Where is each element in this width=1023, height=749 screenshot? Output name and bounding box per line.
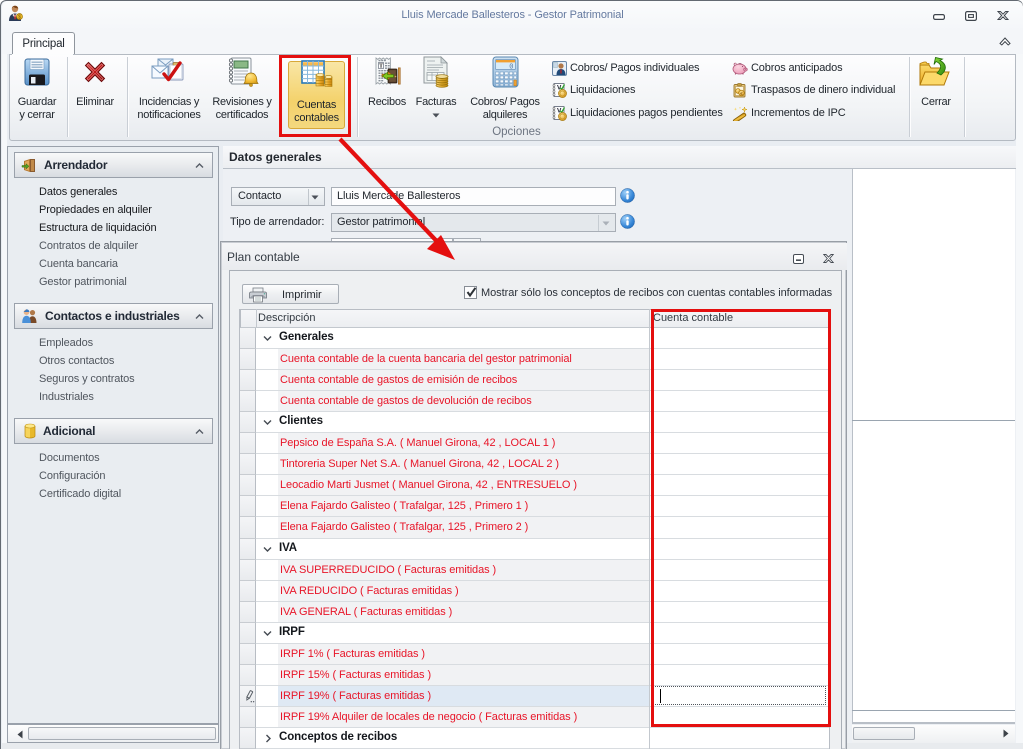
svg-text:0: 0 xyxy=(509,64,513,72)
svg-text:T: T xyxy=(379,63,384,70)
